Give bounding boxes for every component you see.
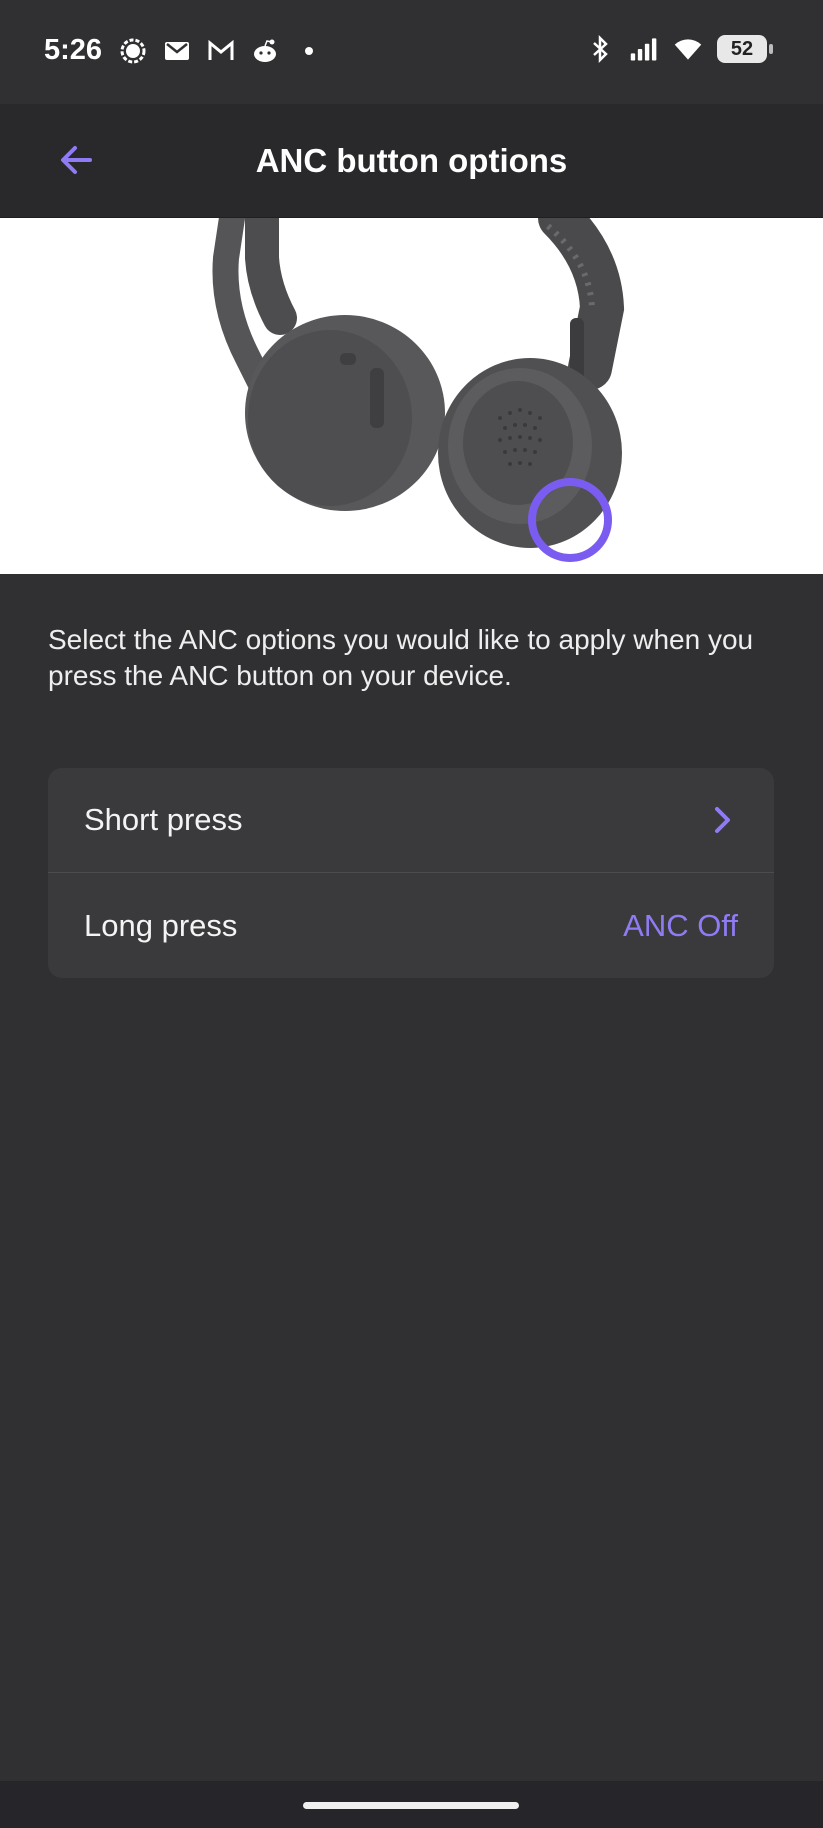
short-press-option[interactable]: Short press — [48, 768, 774, 873]
app-bar: ANC button options — [0, 104, 823, 218]
long-press-option[interactable]: Long press ANC Off — [48, 874, 774, 978]
status-time: 5:26 — [44, 34, 103, 66]
dot-icon — [305, 47, 313, 55]
chevron-right-icon — [715, 807, 730, 833]
short-press-label: Short press — [84, 802, 243, 837]
reddit-icon — [254, 39, 276, 62]
page-title: ANC button options — [255, 142, 568, 179]
cell-signal-icon — [630, 38, 657, 61]
notification-icons — [118, 36, 324, 66]
signal-app-icon — [120, 38, 146, 64]
navigation-bar — [0, 1781, 823, 1828]
status-bar: 5:26 52 — [0, 0, 823, 104]
gmail-outline-icon — [208, 39, 234, 60]
system-icons: 52 — [585, 34, 773, 64]
headset-illustration — [212, 218, 625, 562]
long-press-value: ANC Off — [623, 908, 738, 943]
battery-indicator: 52 — [717, 35, 773, 63]
long-press-label: Long press — [84, 908, 238, 943]
headset-image — [0, 218, 823, 574]
battery-level: 52 — [730, 37, 754, 60]
gmail-icon — [165, 42, 189, 60]
options-card: Short press Long press ANC Off — [48, 768, 774, 978]
description-text: Select the ANC options you would like to… — [48, 624, 754, 691]
bluetooth-icon — [593, 34, 608, 64]
wifi-icon — [674, 39, 702, 60]
home-indicator[interactable] — [303, 1802, 519, 1809]
